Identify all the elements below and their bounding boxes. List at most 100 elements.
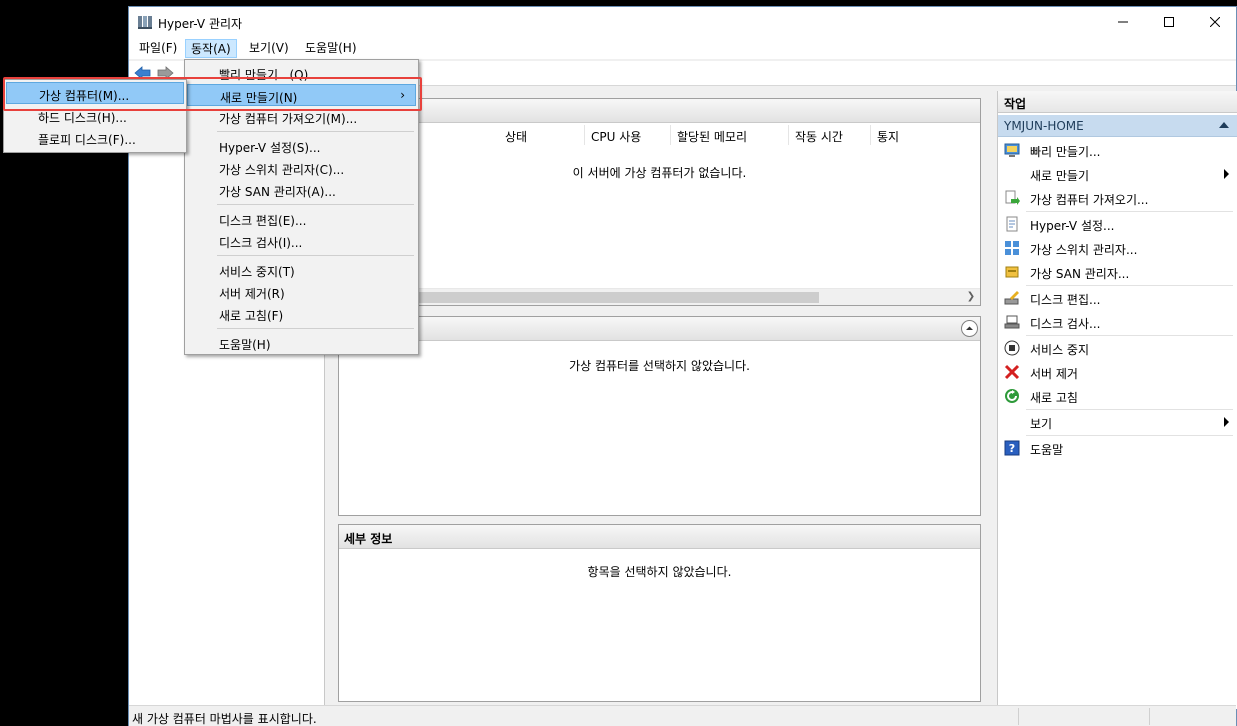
action-hyperv-settings[interactable]: Hyper-V 설정... [998, 213, 1237, 235]
details-panel: 세부 정보 항목을 선택하지 않았습니다. [338, 524, 981, 702]
action-label: 서비스 중지 [1030, 343, 1090, 357]
action-remove-server[interactable]: 서버 제거 [998, 361, 1237, 383]
checkpoint-panel: 가상 컴퓨터를 선택하지 않았습니다. [338, 316, 981, 516]
action-label: 새로 만들기 [1030, 169, 1090, 183]
column-header-cpu[interactable]: CPU 사용 [585, 125, 671, 145]
action-label: 디스크 검사... [1030, 317, 1101, 331]
action-label: 보기 [1030, 417, 1053, 431]
action-label: 가상 SAN 관리자... [1030, 267, 1130, 281]
action-label: 새로 고침 [1030, 391, 1078, 405]
action-label: 빠리 만들기... [1030, 145, 1101, 159]
action-refresh[interactable]: 새로 고침 [998, 385, 1237, 407]
action-label: 도움말 [1030, 443, 1064, 457]
collapse-button[interactable] [961, 320, 978, 337]
menu-separator [217, 131, 414, 132]
menuitem-virtual-switch[interactable]: 가상 스위치 관리자(C)... [187, 157, 416, 179]
details-panel-title: 세부 정보 [339, 525, 980, 549]
virtual-san-icon [1004, 264, 1020, 280]
inspect-disk-icon [1004, 314, 1020, 330]
menuitem-remove-server[interactable]: 서버 제거(R) [187, 281, 416, 303]
title-bar[interactable]: Hyper-V 관리자 [129, 7, 1236, 37]
menuitem-label: Hyper-V 설정(S)... [219, 141, 321, 155]
import-vm-icon [1004, 190, 1020, 206]
menuitem-label: 하드 디스크(H)... [38, 111, 127, 125]
maximize-icon [1164, 17, 1174, 27]
window-title: Hyper-V 관리자 [158, 17, 243, 31]
action-stop-service[interactable]: 서비스 중지 [998, 337, 1237, 359]
collapse-triangle-icon[interactable] [1219, 122, 1229, 128]
menuitem-refresh[interactable]: 새로 고침(F) [187, 303, 416, 325]
menu-separator [217, 255, 414, 256]
actions-separator [1026, 211, 1233, 212]
menuitem-inspect-disk[interactable]: 디스크 검사(I)... [187, 230, 416, 252]
menuitem-label: 도움말(H) [219, 338, 271, 352]
menu-bar: 파일(F) 동작(A) 보기(V) 도움말(H) [129, 37, 1236, 59]
help-icon: ? [1004, 440, 1020, 456]
actions-separator [1026, 285, 1233, 286]
close-icon [1210, 17, 1220, 27]
action-label: Hyper-V 설정... [1030, 219, 1115, 233]
column-header-notification[interactable]: 통지 [871, 125, 971, 145]
actions-pane: 작업 YMJUN-HOME 빠리 만들기... 새로 만들기 가상 컴퓨터 가져… [997, 91, 1237, 709]
submenu-arrow-icon [1224, 169, 1229, 179]
vm-empty-message: 이 서버에 가상 컴퓨터가 없습니다. [572, 166, 747, 180]
submenuitem-floppy-disk[interactable]: 플로피 디스크(F)... [6, 127, 184, 149]
checkpoint-empty-message: 가상 컴퓨터를 선택하지 않았습니다. [569, 359, 750, 373]
column-header-uptime[interactable]: 작동 시간 [789, 125, 871, 145]
menu-separator [217, 204, 414, 205]
details-empty-message: 항목을 선택하지 않았습니다. [587, 565, 732, 579]
action-label: 서버 제거 [1030, 367, 1078, 381]
menuitem-label: 디스크 검사(I)... [219, 236, 303, 250]
close-button[interactable] [1192, 7, 1237, 37]
action-inspect-disk[interactable]: 디스크 검사... [998, 311, 1237, 333]
action-virtual-switch[interactable]: 가상 스위치 관리자... [998, 237, 1237, 259]
center-area: 상태 CPU 사용 할당된 메모리 작동 시간 통지 이 서버에 가상 컴퓨터가… [328, 87, 996, 709]
actions-separator [1026, 435, 1233, 436]
menuitem-label: 가상 컴퓨터 가져오기(M)... [219, 112, 358, 126]
status-text: 새 가상 컴퓨터 마법사를 표시합니다. [132, 712, 317, 726]
action-help[interactable]: ? 도움말 [998, 437, 1237, 459]
menuitem-edit-disk[interactable]: 디스크 편집(E)... [187, 208, 416, 230]
column-header-state[interactable]: 상태 [499, 125, 585, 145]
quick-create-icon [1004, 142, 1020, 158]
action-label: 가상 컴퓨터 가져오기... [1030, 193, 1149, 207]
menuitem-label: 서비스 중지(T) [219, 265, 295, 279]
maximize-button[interactable] [1146, 7, 1192, 37]
menuitem-help[interactable]: 도움말(H) [187, 332, 416, 354]
action-new[interactable]: 새로 만들기 [998, 163, 1237, 185]
action-virtual-san[interactable]: 가상 SAN 관리자... [998, 261, 1237, 283]
action-quick-create[interactable]: 빠리 만들기... [998, 139, 1237, 161]
menuitem-label: 디스크 편집(E)... [219, 214, 307, 228]
action-edit-disk[interactable]: 디스크 편집... [998, 287, 1237, 309]
status-divider [1149, 708, 1150, 725]
actions-separator [1026, 409, 1233, 410]
menuitem-hyperv-settings[interactable]: Hyper-V 설정(S)... [187, 135, 416, 157]
menuitem-virtual-san[interactable]: 가상 SAN 관리자(A)... [187, 179, 416, 201]
menu-separator [217, 328, 414, 329]
menu-action[interactable]: 동작(A) [185, 39, 237, 58]
column-header-memory[interactable]: 할당된 메모리 [671, 125, 789, 145]
vm-panel-header [339, 99, 980, 123]
submenu-arrow-icon [1224, 417, 1229, 427]
menuitem-label: 가상 SAN 관리자(A)... [219, 185, 336, 199]
menu-view[interactable]: 보기(V) [244, 39, 294, 58]
menuitem-label: 가상 스위치 관리자(C)... [219, 163, 345, 177]
scroll-right-icon[interactable]: ❯ [964, 291, 978, 304]
actions-title: 작업 [998, 91, 1237, 113]
menuitem-label: 새로 고침(F) [219, 309, 284, 323]
chevron-up-icon [966, 326, 973, 330]
minimize-button[interactable] [1100, 7, 1146, 37]
vm-horizontal-scrollbar[interactable]: ❯ [339, 288, 980, 305]
menu-file[interactable]: 파일(F) [134, 39, 182, 58]
menu-help[interactable]: 도움말(H) [300, 39, 362, 58]
remove-server-icon [1004, 364, 1020, 380]
minimize-icon [1118, 21, 1128, 23]
menuitem-label: 서버 제거(R) [219, 287, 285, 301]
actions-section-server[interactable]: YMJUN-HOME [998, 115, 1237, 137]
settings-doc-icon [1004, 216, 1020, 232]
vm-list-panel: 상태 CPU 사용 할당된 메모리 작동 시간 통지 이 서버에 가상 컴퓨터가… [338, 98, 981, 306]
action-import-vm[interactable]: 가상 컴퓨터 가져오기... [998, 187, 1237, 209]
action-view[interactable]: 보기 [998, 411, 1237, 433]
menuitem-stop-service[interactable]: 서비스 중지(T) [187, 259, 416, 281]
edit-disk-icon [1004, 290, 1020, 306]
